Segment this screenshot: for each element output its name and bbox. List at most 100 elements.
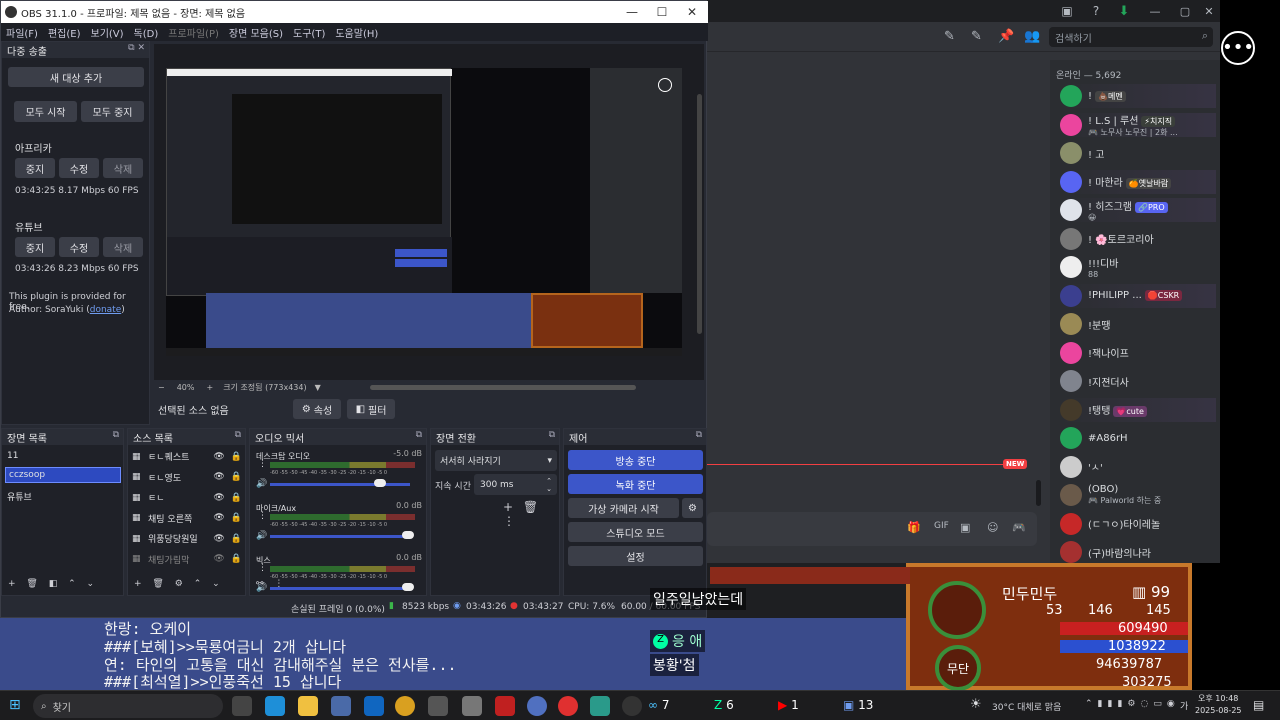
scene-item[interactable]: 유튜브 bbox=[7, 490, 32, 503]
transition-select[interactable]: 서서히 사라지기 ▾ bbox=[435, 450, 557, 471]
filter-icon[interactable]: ◧ bbox=[49, 579, 58, 589]
eye-icon[interactable]: 👁 bbox=[213, 513, 224, 523]
down-icon[interactable]: ⌄ bbox=[87, 579, 95, 589]
obs-icon[interactable] bbox=[622, 696, 642, 716]
mute-icon[interactable]: ✎ bbox=[971, 29, 982, 44]
source-item[interactable]: ▦ 위풍당당원일 👁 🔒 bbox=[132, 532, 242, 546]
minimize-icon[interactable]: — bbox=[617, 1, 647, 23]
add-icon[interactable]: + bbox=[8, 579, 16, 589]
zoom-mode[interactable]: 크기 조정됨 (773x434) bbox=[223, 382, 306, 393]
menu-scene-collection[interactable]: 장면 모음(S) bbox=[229, 25, 283, 40]
sticker-icon[interactable]: ▣ bbox=[960, 521, 970, 534]
spin-icon[interactable]: ⌃ ⌄ bbox=[546, 477, 552, 493]
members-icon[interactable]: 👥 bbox=[1024, 29, 1040, 44]
maximize-icon[interactable]: ☐ bbox=[647, 1, 677, 23]
donate-link[interactable]: donate bbox=[90, 305, 122, 315]
stop-button[interactable]: 중지 bbox=[15, 158, 55, 178]
preview-scrollbar-v[interactable] bbox=[697, 94, 702, 334]
member-item[interactable]: !!!디바 88 bbox=[1060, 255, 1216, 279]
edge-icon[interactable] bbox=[265, 696, 285, 716]
lock-icon[interactable]: 🔒 bbox=[231, 534, 242, 544]
source-item[interactable]: ▦ 채팅 오른쪽 👁 🔒 bbox=[132, 512, 242, 525]
trash-icon[interactable]: 🗑 bbox=[152, 579, 163, 589]
add-icon[interactable]: + bbox=[503, 500, 513, 514]
menu-file[interactable]: 파일(F) bbox=[6, 25, 38, 40]
lock-icon[interactable]: 🔒 bbox=[231, 493, 242, 503]
stop-stream-button[interactable]: 방송 중단 bbox=[568, 450, 703, 470]
member-item[interactable]: ! 고 bbox=[1060, 141, 1216, 165]
gif-icon[interactable]: GIF bbox=[934, 521, 949, 531]
edit-button[interactable]: 수정 bbox=[59, 158, 99, 178]
eye-icon[interactable]: 👁 bbox=[213, 554, 224, 564]
member-item[interactable]: ! 🌸토르코리아 bbox=[1060, 227, 1216, 251]
member-item[interactable]: 'ㅅ' bbox=[1060, 455, 1216, 479]
delete-button[interactable]: 삭제 bbox=[103, 158, 143, 178]
menu-profile[interactable]: 프로파일(P) bbox=[168, 25, 219, 40]
menu-edit[interactable]: 편집(E) bbox=[48, 25, 81, 40]
task-view-icon[interactable] bbox=[232, 696, 252, 716]
link-icon[interactable]: ⚯ bbox=[256, 579, 264, 589]
volume-handle[interactable] bbox=[402, 583, 414, 591]
speaker-icon[interactable]: 🔊 bbox=[256, 479, 267, 489]
input-language[interactable]: 가 bbox=[1180, 699, 1188, 712]
gear-icon[interactable]: ⚙ bbox=[175, 579, 183, 589]
outlook-icon[interactable] bbox=[364, 696, 384, 716]
maximize-icon[interactable]: ▢ bbox=[1177, 3, 1193, 19]
virtual-camera-button[interactable]: 가상 카메라 시작 bbox=[568, 498, 679, 518]
search-input[interactable]: 검색하기 ⌕ bbox=[1049, 27, 1213, 47]
volume-handle[interactable] bbox=[402, 531, 414, 539]
float-icon[interactable]: ⧉ bbox=[416, 430, 422, 440]
menu-dock[interactable]: 독(D) bbox=[134, 25, 159, 40]
trash-icon[interactable]: 🗑 bbox=[26, 579, 37, 589]
studio-mode-button[interactable]: 스튜디오 모드 bbox=[568, 522, 703, 542]
menu-icon[interactable]: ⋮ bbox=[258, 563, 267, 573]
app-icon[interactable] bbox=[590, 696, 610, 716]
volume-handle[interactable] bbox=[374, 479, 386, 487]
member-item[interactable]: #A86rH bbox=[1060, 426, 1216, 450]
apps-icon[interactable]: 🎮 bbox=[1012, 521, 1026, 534]
member-item[interactable]: (구)바람의나라 bbox=[1060, 540, 1216, 564]
tray-icons[interactable]: ⌃▮▮▮⚙◌▭◉ bbox=[1085, 699, 1180, 709]
member-item[interactable]: !PHILIPP ... 🛑CSKR bbox=[1060, 283, 1216, 308]
calculator-icon[interactable] bbox=[428, 696, 448, 716]
add-target-button[interactable]: 새 대상 추가 bbox=[8, 67, 144, 87]
minimize-icon[interactable]: — bbox=[1147, 3, 1163, 19]
clock-time[interactable]: 오후 10:48 bbox=[1198, 693, 1238, 704]
source-item[interactable]: ▦ ㅌㄴ퀘스트 👁 🔒 bbox=[132, 450, 242, 464]
zoom-in-icon[interactable]: + bbox=[206, 383, 213, 392]
edit-button[interactable]: 수정 bbox=[59, 237, 99, 257]
threads-icon[interactable]: ✎ bbox=[944, 29, 955, 44]
zoom-out-icon[interactable]: − bbox=[158, 383, 165, 392]
eye-icon[interactable]: 👁 bbox=[213, 534, 224, 544]
add-icon[interactable]: + bbox=[134, 579, 142, 589]
trash-icon[interactable]: 🗑 bbox=[523, 500, 538, 514]
gift-icon[interactable]: 🎁 bbox=[907, 521, 921, 534]
menu-help[interactable]: 도움말(H) bbox=[335, 25, 378, 40]
eye-icon[interactable]: 👁 bbox=[213, 493, 224, 503]
member-item[interactable]: ! L.S | 루션 ⚡치지직 🎮 노무사 노무진 | 2화 ... bbox=[1060, 112, 1216, 137]
member-item[interactable]: ! 💩메멘 bbox=[1060, 84, 1216, 108]
lock-icon[interactable]: 🔒 bbox=[231, 513, 242, 523]
menu-tools[interactable]: 도구(T) bbox=[293, 25, 325, 40]
scene-item[interactable]: 11 bbox=[7, 451, 18, 461]
source-item[interactable]: ▦ 채팅가림막 👁 🔒 bbox=[132, 553, 242, 566]
properties-button[interactable]: ⚙ 속성 bbox=[293, 399, 341, 419]
member-item[interactable]: (ㄷㄱㅇ)타이레놀 bbox=[1060, 512, 1216, 536]
more-options-icon[interactable]: ••• bbox=[1221, 31, 1255, 65]
lock-icon[interactable]: 🔒 bbox=[231, 472, 242, 482]
close-icon[interactable]: ✕ bbox=[1201, 3, 1217, 19]
taskbar-search[interactable]: ⌕ 찾기 bbox=[33, 694, 223, 718]
notification-icon[interactable]: ▤ bbox=[1253, 698, 1264, 712]
menu-icon[interactable]: ⋮ bbox=[258, 511, 267, 521]
download-icon[interactable]: ⬇ bbox=[1116, 3, 1132, 19]
app-icon[interactable] bbox=[527, 696, 547, 716]
message-input[interactable]: 🎁 GIF ▣ ☺ 🎮 bbox=[707, 512, 1037, 546]
stop-record-button[interactable]: 녹화 중단 bbox=[568, 474, 703, 494]
eye-icon[interactable]: 👁 bbox=[213, 472, 224, 482]
member-item[interactable]: !잭나이프 bbox=[1060, 341, 1216, 365]
pin-icon[interactable]: 📌 bbox=[998, 29, 1014, 44]
mode-button[interactable]: 무단 bbox=[935, 645, 981, 691]
scrollbar-thumb[interactable] bbox=[1036, 480, 1041, 506]
app-icon[interactable] bbox=[462, 696, 482, 716]
member-item[interactable]: ! 마한라 🍊옛날바람 bbox=[1060, 169, 1216, 194]
